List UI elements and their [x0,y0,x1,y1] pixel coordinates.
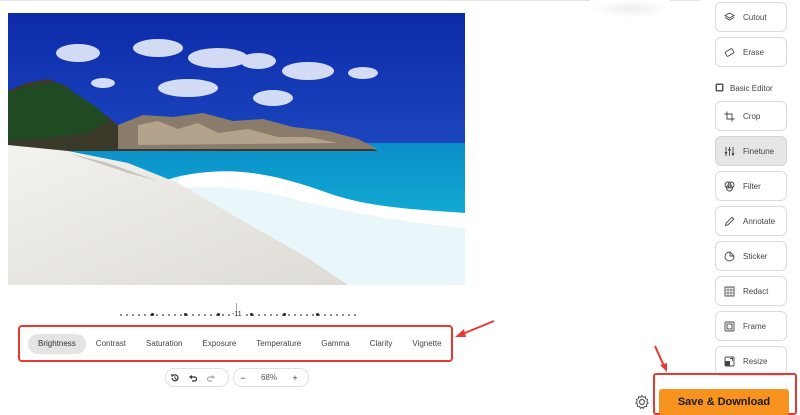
image-canvas[interactable] [8,13,465,285]
tool-label: Annotate [743,216,776,226]
editor-icon [715,79,724,97]
resize-icon [723,355,735,367]
slider-value: -11 [230,311,244,318]
tool-filter[interactable]: Filter [715,171,787,201]
adjustment-tabs: Brightness Contrast Saturation Exposure … [28,334,452,354]
adjustment-slider[interactable]: -11 [118,303,358,323]
zoom-in-button[interactable]: + [286,369,304,386]
red-arrow-tabs [455,320,495,337]
zoom-level: 68% [260,373,277,382]
sliders-icon [723,145,735,157]
tool-erase[interactable]: Erase [715,37,787,67]
section-basic-editor: Basic Editor [715,82,773,94]
tab-temperature[interactable]: Temperature [246,334,311,354]
tool-crop[interactable]: Crop [715,101,787,131]
tab-vignette[interactable]: Vignette [402,334,451,354]
tab-contrast[interactable]: Contrast [86,334,136,354]
slider-major-tick [184,313,187,316]
tool-redact[interactable]: Redact [715,276,787,306]
pen-icon [723,215,735,227]
undo-icon[interactable] [184,369,202,386]
tool-label: Frame [743,321,767,331]
tool-label: Resize [743,356,768,366]
slider-major-tick [250,313,253,316]
tool-label: Redact [743,286,769,296]
gear-icon[interactable] [634,394,650,410]
section-label: Basic Editor [730,83,773,93]
red-arrow-save [654,345,667,372]
slider-major-tick [217,313,220,316]
tool-label: Sticker [743,251,768,261]
crop-icon [723,110,735,122]
tab-exposure[interactable]: Exposure [193,334,247,354]
tool-resize[interactable]: Resize [715,346,787,376]
sticker-icon [723,250,735,262]
zoom-controls: − 68% + [233,368,309,387]
eraser-icon [723,46,735,58]
tool-annotate[interactable]: Annotate [715,206,787,236]
layers-icon [723,11,735,23]
tool-cutout[interactable]: Cutout [715,2,787,32]
reset-icon[interactable] [166,369,184,386]
history-controls [165,368,229,387]
tool-label: Erase [743,47,764,57]
save-download-button[interactable]: Save & Download [659,389,789,415]
slider-major-tick [283,313,286,316]
tab-brightness[interactable]: Brightness [28,334,86,354]
tool-finetune[interactable]: Finetune [715,136,787,166]
redo-icon[interactable] [202,369,220,386]
filter-icon [723,180,735,192]
tool-sticker[interactable]: Sticker [715,241,787,271]
tool-label: Cutout [743,12,767,22]
header-shadow [590,0,670,18]
tool-label: Filter [743,181,761,191]
tab-saturation[interactable]: Saturation [136,334,192,354]
tab-clarity[interactable]: Clarity [360,334,403,354]
slider-major-tick [316,313,319,316]
tool-label: Finetune [743,146,775,156]
tool-frame[interactable]: Frame [715,311,787,341]
tab-gamma[interactable]: Gamma [311,334,359,354]
beach-photo [8,13,465,285]
frame-icon [723,320,735,332]
zoom-out-button[interactable]: − [234,369,252,386]
slider-major-tick [151,313,154,316]
redact-icon [723,285,735,297]
tool-label: Crop [743,111,761,121]
